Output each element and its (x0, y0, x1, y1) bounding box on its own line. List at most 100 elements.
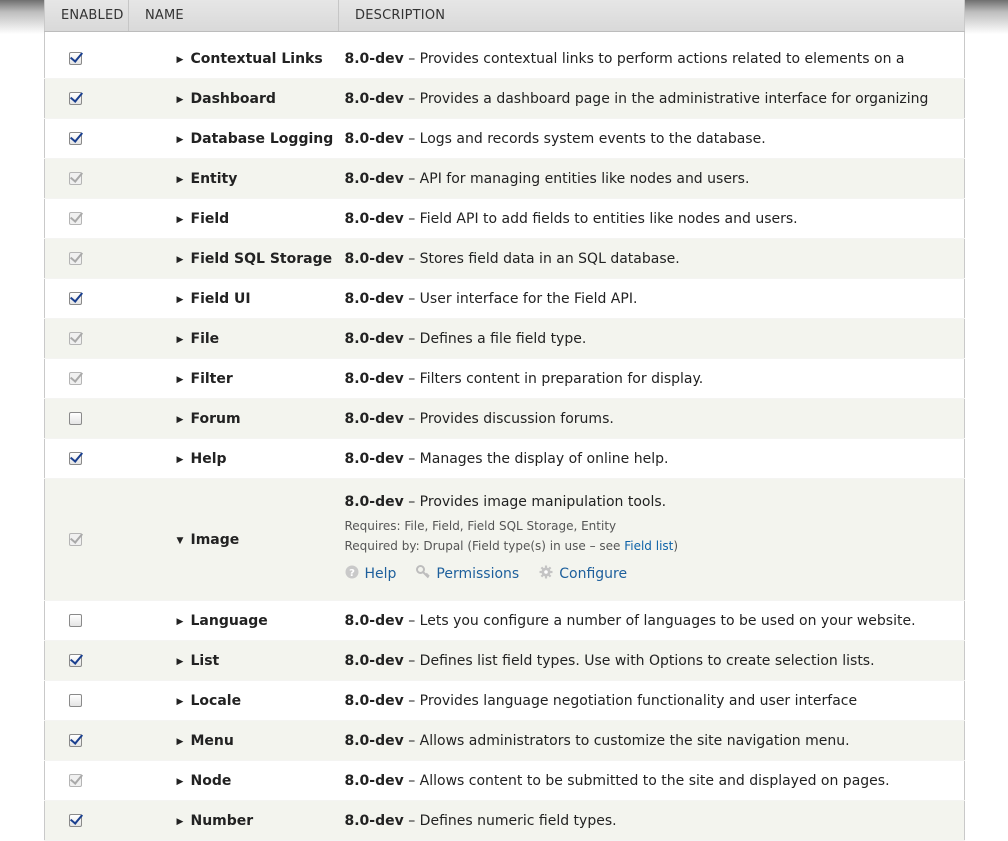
module-name[interactable]: Dashboard (191, 91, 276, 107)
module-row-dashboard: ▶ Dashboard 8.0-dev – Provides a dashboard… (44, 78, 965, 119)
module-name-cell[interactable]: ▶ Dashboard (128, 78, 339, 119)
module-name-cell[interactable]: ▶ Node (128, 760, 339, 801)
enabled-checkbox[interactable] (69, 694, 83, 707)
module-name[interactable]: Contextual Links (191, 51, 323, 67)
module-name[interactable]: Locale (191, 693, 242, 709)
module-version: 8.0-dev (344, 130, 404, 147)
header-enabled[interactable]: ENABLED (44, 0, 129, 32)
module-name[interactable]: Menu (191, 733, 234, 749)
triangle-right-icon[interactable]: ▶ (177, 255, 191, 265)
module-description-cell: 8.0-dev – Stores field data in an SQL da… (338, 238, 965, 279)
module-requires: Requires: File, Field, Field SQL Storage… (344, 519, 617, 533)
header-description[interactable]: DESCRIPTION (338, 0, 965, 32)
triangle-right-icon[interactable]: ▶ (177, 95, 191, 105)
module-name[interactable]: Entity (191, 171, 238, 187)
module-name-cell[interactable]: ▶ File (128, 318, 339, 359)
module-name[interactable]: Forum (191, 411, 241, 427)
gear-icon (539, 565, 559, 583)
triangle-right-icon[interactable]: ▶ (177, 175, 191, 185)
module-name[interactable]: Node (191, 773, 232, 789)
triangle-right-icon[interactable]: ▶ (177, 617, 191, 627)
module-name-cell[interactable]: ▶ Database Logging (128, 118, 339, 159)
triangle-right-icon[interactable]: ▶ (177, 295, 191, 305)
module-version: 8.0-dev (344, 90, 404, 107)
triangle-right-icon[interactable]: ▶ (177, 817, 191, 827)
module-name-cell[interactable]: ▶ Filter (128, 358, 339, 399)
enabled-cell (44, 238, 129, 279)
module-description: – Provides contextual links to perform a… (408, 50, 905, 67)
enabled-cell (44, 478, 129, 601)
enabled-checkbox[interactable] (69, 292, 83, 305)
triangle-right-icon[interactable]: ▶ (177, 335, 191, 345)
triangle-right-icon[interactable]: ▶ (177, 415, 191, 425)
configure-link[interactable]: Configure (539, 565, 627, 583)
module-name-cell[interactable]: ▶ Field (128, 198, 339, 239)
triangle-right-icon[interactable]: ▶ (177, 455, 191, 465)
enabled-cell (44, 318, 129, 359)
module-name[interactable]: Image (191, 532, 240, 548)
triangle-right-icon[interactable]: ▶ (177, 657, 191, 667)
module-description-cell: 8.0-dev – Provides a dashboard page in t… (338, 78, 965, 119)
module-name[interactable]: Field SQL Storage (191, 251, 333, 267)
enabled-checkbox[interactable] (69, 614, 83, 627)
svg-text:?: ? (349, 568, 355, 579)
module-name[interactable]: Database Logging (191, 131, 334, 147)
module-name[interactable]: Number (191, 813, 254, 829)
help-link[interactable]: ? Help (345, 565, 396, 583)
module-name[interactable]: Help (191, 451, 227, 467)
module-name-cell[interactable]: ▶ Entity (128, 158, 339, 199)
module-name-cell[interactable]: ▶ Field UI (128, 278, 339, 319)
enabled-checkbox[interactable] (69, 654, 83, 667)
module-version: 8.0-dev (344, 612, 404, 629)
triangle-right-icon[interactable]: ▶ (177, 375, 191, 385)
module-required-by: Required by: Drupal (Field type(s) in us… (344, 539, 679, 553)
module-name-cell[interactable]: ▶ Forum (128, 398, 339, 439)
triangle-right-icon[interactable]: ▶ (177, 737, 191, 747)
module-name[interactable]: Filter (191, 371, 233, 387)
module-description-cell: 8.0-dev – Lets you configure a number of… (338, 600, 965, 641)
triangle-right-icon[interactable]: ▶ (177, 215, 191, 225)
triangle-right-icon[interactable]: ▶ (177, 135, 191, 145)
module-name-cell[interactable]: ▶ Field SQL Storage (128, 238, 339, 279)
module-name-cell[interactable]: ▶ Locale (128, 680, 339, 721)
module-name[interactable]: File (191, 331, 220, 347)
module-description: – Allows content to be submitted to the … (408, 772, 890, 789)
module-name[interactable]: List (191, 653, 220, 669)
enabled-checkbox[interactable] (69, 132, 83, 145)
triangle-down-icon[interactable]: ▼ (177, 536, 191, 546)
enabled-checkbox (69, 372, 83, 385)
enabled-checkbox[interactable] (69, 734, 83, 747)
triangle-right-icon[interactable]: ▶ (177, 697, 191, 707)
module-version: 8.0-dev (344, 494, 404, 510)
module-name-cell[interactable]: ▼ Image (128, 478, 339, 601)
enabled-checkbox[interactable] (69, 52, 83, 65)
module-description: – Allows administrators to customize the… (408, 732, 850, 749)
module-name-cell[interactable]: ▶ Menu (128, 720, 339, 761)
module-row-locale: ▶ Locale 8.0-dev – Provides language negot… (44, 680, 965, 721)
field-list-link[interactable]: Field list (624, 539, 673, 553)
module-name-cell[interactable]: ▶ Number (128, 800, 339, 841)
triangle-right-icon[interactable]: ▶ (177, 777, 191, 787)
module-name[interactable]: Language (191, 613, 268, 629)
enabled-checkbox[interactable] (69, 412, 83, 425)
enabled-cell (44, 720, 129, 761)
module-name[interactable]: Field UI (191, 291, 251, 307)
permissions-link[interactable]: Permissions (416, 565, 519, 583)
enabled-checkbox[interactable] (69, 452, 83, 465)
triangle-right-icon[interactable]: ▶ (177, 55, 191, 65)
module-name-cell[interactable]: ▶ Help (128, 438, 339, 479)
module-description-cell: 8.0-dev – Allows content to be submitted… (338, 760, 965, 801)
module-version: 8.0-dev (344, 772, 404, 789)
module-description: – Defines numeric field types. (408, 812, 617, 829)
module-name-cell[interactable]: ▶ Contextual Links (128, 39, 339, 79)
module-description-cell: 8.0-dev – Allows administrators to custo… (338, 720, 965, 761)
enabled-checkbox[interactable] (69, 92, 83, 105)
module-row-field-ui: ▶ Field UI 8.0-dev – User interface for th… (44, 278, 965, 319)
module-name-cell[interactable]: ▶ List (128, 640, 339, 681)
enabled-checkbox[interactable] (69, 814, 83, 827)
module-description: – Field API to add fields to entities li… (408, 210, 798, 227)
header-name[interactable]: NAME (128, 0, 339, 32)
module-version: 8.0-dev (344, 692, 404, 709)
module-name[interactable]: Field (191, 211, 230, 227)
module-name-cell[interactable]: ▶ Language (128, 600, 339, 641)
